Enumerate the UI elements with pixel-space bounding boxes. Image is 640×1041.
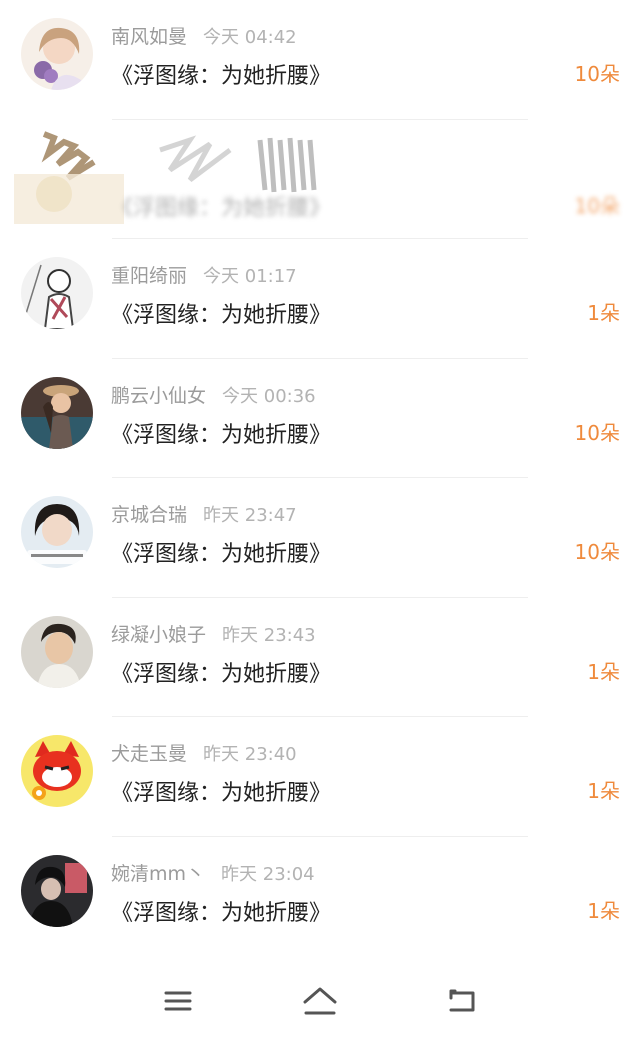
gift-amount: 1朵 (587, 898, 620, 923)
gift-amount: 1朵 (587, 779, 620, 803)
avatar-redacted[interactable] (14, 124, 124, 224)
list-item[interactable]: 重阳绮丽 今天 01:17 《浮图缘：为她折腰》 1朵 (0, 239, 640, 359)
book-title: 《浮图缘：为她折腰》 (111, 661, 332, 687)
book-title: 《浮图缘：为她折腰》 (111, 195, 332, 221)
sent-time: 昨天 23:04 (221, 863, 315, 885)
avatar[interactable] (21, 18, 93, 90)
book-title: 《浮图缘：为她折腰》 (111, 303, 332, 328)
book-title: 《浮图缘：为她折腰》 (111, 64, 332, 89)
avatar[interactable] (21, 496, 93, 568)
book-title: 《浮图缘：为她折腰》 (111, 781, 332, 806)
sent-time: 昨天 23:47 (203, 505, 297, 526)
sender-meta: 南风如曼 今天 04:42 (111, 22, 297, 49)
sender-name: 重阳绮丽 (111, 265, 188, 287)
list-item[interactable]: 南风如曼 今天 04:42 《浮图缘：为她折腰》 10朵 (0, 0, 640, 120)
avatar[interactable] (21, 854, 93, 927)
sent-time: 昨天 23:40 (203, 744, 297, 765)
sent-time: 今天 04:42 (203, 27, 297, 48)
book-title: 《浮图缘：为她折腰》 (111, 542, 332, 567)
gift-amount: 1朵 (587, 301, 620, 325)
list-item[interactable]: 婉清mm丶 昨天 23:04 《浮图缘：为她折腰》 1朵 (0, 837, 640, 956)
sender-meta: 京城合瑞 昨天 23:47 (111, 500, 297, 527)
sent-time: 今天 00:36 (222, 385, 316, 407)
system-navigation-bar (0, 955, 640, 1041)
home-icon[interactable] (300, 983, 340, 1019)
book-title: 《浮图缘：为她折腰》 (111, 422, 332, 448)
sender-name: 绿凝小娘子 (111, 623, 207, 646)
avatar[interactable] (21, 257, 93, 329)
avatar[interactable] (21, 735, 93, 807)
sender-meta: 重阳绮丽 今天 01:17 (111, 261, 297, 288)
list-item[interactable]: 《浮图缘：为她折腰》 10朵 (0, 120, 640, 239)
sender-name: 婉清mm丶 (111, 862, 206, 885)
back-icon[interactable] (442, 983, 482, 1019)
sender-meta: 婉清mm丶 昨天 23:04 (111, 859, 315, 886)
sender-meta: 犬走玉曼 昨天 23:40 (111, 739, 297, 766)
list-item[interactable]: 鹏云小仙女 今天 00:36 《浮图缘：为她折腰》 10朵 (0, 359, 640, 478)
avatar[interactable] (21, 376, 93, 449)
sender-meta: 鹏云小仙女 今天 00:36 (111, 381, 316, 408)
sender-name: 京城合瑞 (111, 504, 188, 526)
sender-meta: 绿凝小娘子 昨天 23:43 (111, 620, 316, 647)
menu-icon[interactable] (158, 983, 198, 1019)
gift-amount: 10朵 (574, 420, 620, 445)
sender-name: 鹏云小仙女 (111, 384, 207, 407)
sent-time: 今天 01:17 (203, 266, 297, 287)
gift-amount: 10朵 (574, 193, 620, 218)
list-item[interactable]: 犬走玉曼 昨天 23:40 《浮图缘：为她折腰》 1朵 (0, 717, 640, 837)
gift-message-list: 南风如曼 今天 04:42 《浮图缘：为她折腰》 10朵 《浮图缘：为她折腰》 1… (0, 0, 640, 956)
book-title: 《浮图缘：为她折腰》 (111, 900, 332, 926)
sender-name: 犬走玉曼 (111, 743, 188, 765)
gift-amount: 10朵 (574, 62, 620, 86)
avatar[interactable] (21, 615, 93, 688)
gift-amount: 10朵 (574, 540, 620, 564)
sent-time: 昨天 23:43 (222, 624, 316, 646)
gift-amount: 1朵 (587, 659, 620, 684)
list-item[interactable]: 绿凝小娘子 昨天 23:43 《浮图缘：为她折腰》 1朵 (0, 598, 640, 717)
list-item[interactable]: 京城合瑞 昨天 23:47 《浮图缘：为她折腰》 10朵 (0, 478, 640, 598)
sender-name: 南风如曼 (111, 26, 188, 48)
